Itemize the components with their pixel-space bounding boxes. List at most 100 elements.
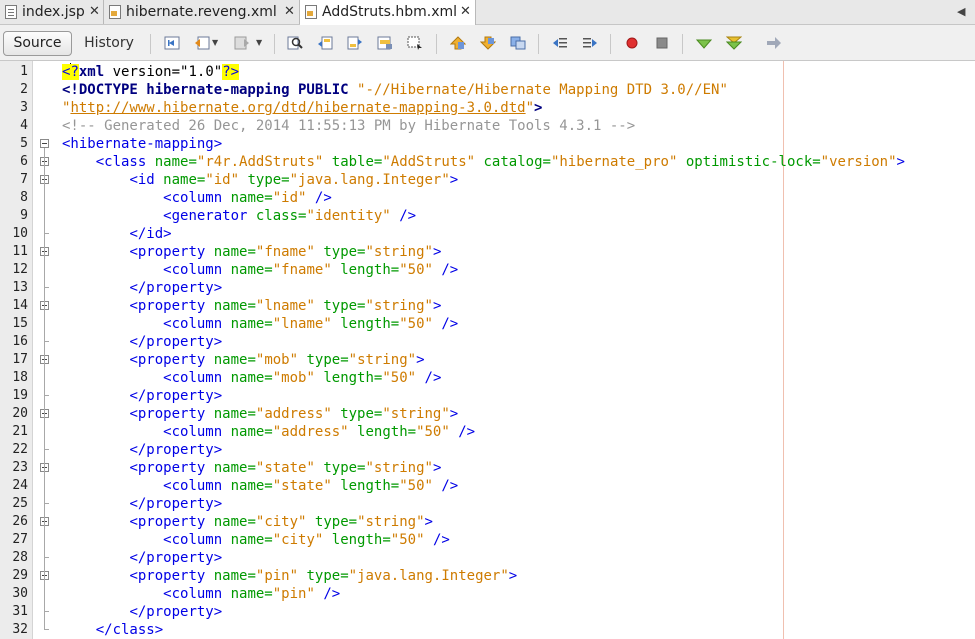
toggle-rectangular-selection-icon[interactable] (407, 36, 423, 50)
scroll-tabs-left-icon[interactable]: ◀ (957, 5, 965, 18)
shift-right-icon[interactable] (582, 36, 598, 50)
back-icon[interactable] (194, 36, 210, 50)
code-line[interactable]: 31 </property> (0, 603, 975, 621)
find-previous-icon[interactable] (317, 36, 333, 50)
token-attr: table= (331, 154, 383, 170)
code-line[interactable]: 24 <column name="state" length="50" /> (0, 477, 975, 495)
code-line[interactable]: 27 <column name="city" length="50" /> (0, 531, 975, 549)
code-editor[interactable]: 1 <?xml version="1.0"?> 2 <!DOCTYPE hiberna… (0, 61, 975, 639)
code-line[interactable]: 17 <property name="mob" type="string"> (0, 351, 975, 369)
code-line[interactable]: 1 <?xml version="1.0"?> (0, 63, 975, 81)
fold-range-line (44, 256, 45, 288)
code-line-text: "http://www.hibernate.org/dtd/hibernate-… (62, 99, 542, 117)
toggle-highlight-icon[interactable] (377, 36, 393, 50)
check-xml-icon[interactable] (696, 36, 712, 50)
code-line[interactable]: 18 <column name="mob" length="50" /> (0, 369, 975, 387)
token-attr: length= (331, 532, 391, 548)
code-line[interactable]: 20 <property name="address" type="string… (0, 405, 975, 423)
code-line[interactable]: 29 <property name="pin" type="java.lang.… (0, 567, 975, 585)
fold-range-line (44, 472, 45, 504)
line-number: 9 (20, 208, 28, 223)
token-attr: type= (323, 460, 366, 476)
code-line[interactable]: 32 </class> (0, 621, 975, 639)
token-tag: > (432, 460, 442, 476)
shift-left-icon[interactable] (552, 36, 568, 50)
code-line[interactable]: 21 <column name="address" length="50" /> (0, 423, 975, 441)
fold-range-line (44, 310, 45, 342)
token-attr: name= (213, 460, 256, 476)
next-bookmark-icon[interactable] (480, 36, 496, 50)
validate-xml-icon[interactable] (726, 36, 742, 50)
line-number: 28 (12, 550, 28, 565)
code-line[interactable]: 28 </property> (0, 549, 975, 567)
code-line[interactable]: 22 </property> (0, 441, 975, 459)
close-icon[interactable]: ✕ (89, 0, 100, 24)
code-line[interactable]: 16 </property> (0, 333, 975, 351)
close-icon[interactable]: ✕ (460, 0, 471, 24)
token-val: "identity" (306, 208, 391, 224)
token-tag: > (416, 352, 425, 368)
code-line-text: <property name="state" type="string"> (62, 459, 441, 477)
tab-addstruts-hbm-xml[interactable]: AddStruts.hbm.xml ✕ (300, 0, 476, 25)
stop-macro-icon[interactable] (654, 36, 670, 50)
code-line[interactable]: 7 <id name="id" type="java.lang.Integer"… (0, 171, 975, 189)
toggle-bookmark-icon[interactable] (510, 36, 526, 50)
code-line[interactable]: 14 <property name="lname" type="string"> (0, 297, 975, 315)
token-tag: <property (129, 352, 214, 368)
code-line[interactable]: 23 <property name="state" type="string"> (0, 459, 975, 477)
code-line[interactable]: 10 </id> (0, 225, 975, 243)
token-val: "pin" (272, 586, 315, 602)
code-line[interactable]: 4 <!-- Generated 26 Dec, 2014 11:55:13 PM… (0, 117, 975, 135)
line-number: 24 (12, 478, 28, 493)
forward-icon[interactable] (234, 36, 250, 50)
tab-hibernate-reveng-xml[interactable]: hibernate.reveng.xml ✕ (104, 0, 300, 24)
code-line[interactable]: 8 <column name="id" /> (0, 189, 975, 207)
code-line[interactable]: 25 </property> (0, 495, 975, 513)
back-dropdown-icon[interactable]: ▼ (212, 38, 218, 47)
last-edit-icon[interactable] (164, 36, 180, 50)
token-val: "city" (255, 514, 307, 530)
fold-range-line (44, 166, 45, 630)
find-next-icon[interactable] (347, 36, 363, 50)
close-icon[interactable]: ✕ (284, 0, 295, 24)
code-line[interactable]: 13 </property> (0, 279, 975, 297)
token-val: "state" (255, 460, 315, 476)
previous-bookmark-icon[interactable] (450, 36, 466, 50)
code-line[interactable]: 3 "http://www.hibernate.org/dtd/hibernate… (0, 99, 975, 117)
token-val: "-//Hibernate/Hibernate Mapping DTD 3.0/… (357, 82, 728, 98)
code-line[interactable]: 30 <column name="pin" /> (0, 585, 975, 603)
code-line[interactable]: 11 <property name="fname" type="string"> (0, 243, 975, 261)
token-attr: name= (230, 532, 273, 548)
code-line[interactable]: 6 <class name="r4r.AddStruts" table="Add… (0, 153, 975, 171)
token-val: "50" (382, 370, 417, 386)
code-line[interactable]: 2 <!DOCTYPE hibernate-mapping PUBLIC "-//… (0, 81, 975, 99)
code-line-text: <id name="id" type="java.lang.Integer"> (62, 171, 458, 189)
start-macro-icon[interactable] (624, 36, 640, 50)
find-icon[interactable] (287, 36, 303, 50)
toolbar-separator (436, 34, 437, 54)
xsl-transform-icon[interactable] (766, 36, 782, 50)
fold-collapse-icon[interactable] (40, 139, 49, 148)
code-line[interactable]: 12 <column name="fname" length="50" /> (0, 261, 975, 279)
line-number: 7 (20, 172, 28, 187)
source-view-button[interactable]: Source (3, 31, 72, 56)
line-number: 16 (12, 334, 28, 349)
code-line[interactable]: 26 <property name="city" type="string"> (0, 513, 975, 531)
code-line[interactable]: 5 <hibernate-mapping> (0, 135, 975, 153)
forward-dropdown-icon[interactable]: ▼ (256, 38, 262, 47)
code-line[interactable]: 9 <generator class="identity" /> (0, 207, 975, 225)
tab-index-jsp[interactable]: index.jsp ✕ (0, 0, 104, 24)
history-view-button[interactable]: History (76, 31, 142, 56)
code-line[interactable]: 15 <column name="lname" length="50" /> (0, 315, 975, 333)
code-line[interactable]: 19 </property> (0, 387, 975, 405)
